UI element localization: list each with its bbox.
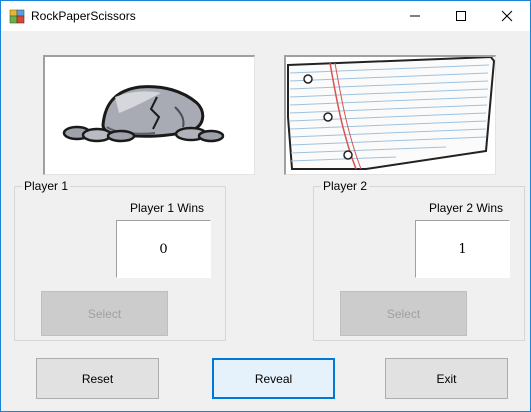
exit-button[interactable]: Exit <box>385 358 508 399</box>
rock-image <box>62 85 225 143</box>
player2-score: 1 <box>458 241 467 257</box>
maximize-button[interactable] <box>438 1 484 31</box>
paper-image <box>287 57 495 170</box>
player2-groupbox: Player 2 Player 2 Wins 1 Select <box>313 179 525 341</box>
title-bar[interactable]: RockPaperScissors <box>1 1 530 31</box>
minimize-icon <box>410 15 420 17</box>
minimize-button[interactable] <box>392 1 438 31</box>
player1-picture <box>43 55 255 175</box>
player2-picture <box>284 55 496 175</box>
reset-button[interactable]: Reset <box>36 358 159 399</box>
player1-groupbox: Player 1 Player 1 Wins 0 Select <box>14 179 226 341</box>
player1-legend: Player 1 <box>22 179 71 193</box>
player2-select-button[interactable]: Select <box>340 291 467 336</box>
reveal-button[interactable]: Reveal <box>212 358 335 399</box>
close-button[interactable] <box>484 1 530 31</box>
player1-select-button[interactable]: Select <box>41 291 168 336</box>
player1-score-box: 0 <box>116 220 211 278</box>
player1-score: 0 <box>159 241 168 257</box>
window-title: RockPaperScissors <box>31 9 136 23</box>
maximize-icon <box>456 11 466 21</box>
player2-legend: Player 2 <box>321 179 370 193</box>
player2-score-box: 1 <box>415 220 510 278</box>
player1-wins-label: Player 1 Wins <box>130 201 205 215</box>
player2-wins-label: Player 2 Wins <box>429 201 504 215</box>
app-icon <box>9 9 25 25</box>
close-icon <box>501 10 513 22</box>
app-window: RockPaperScissors Player 1 Player 1 Wins… <box>0 0 531 412</box>
